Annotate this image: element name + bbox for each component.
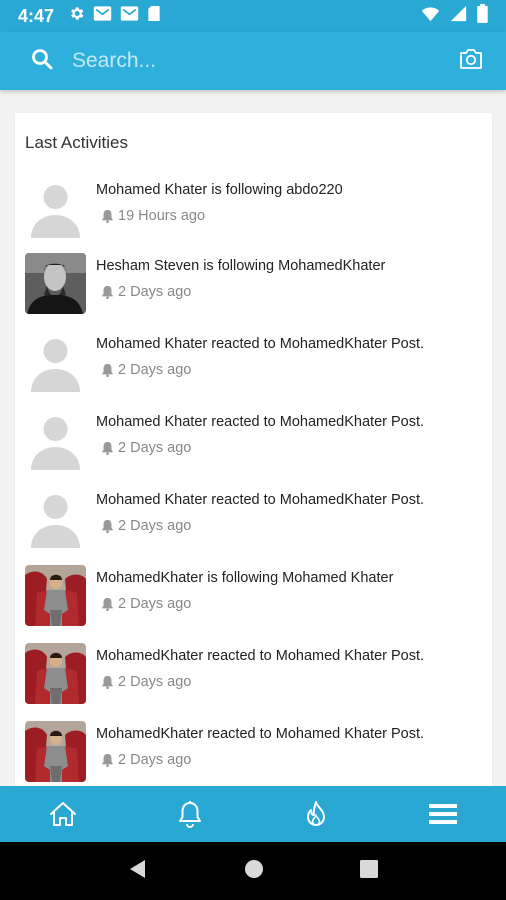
avatar-photo[interactable] (25, 721, 86, 782)
recents-icon[interactable] (359, 859, 379, 884)
avatar-placeholder[interactable] (25, 409, 86, 470)
activity-text: Mohamed Khater reacted to MohamedKhater … (96, 492, 425, 508)
activity-text: MohamedKhater reacted to Mohamed Khater … (96, 648, 425, 664)
menu-icon[interactable] (428, 802, 457, 826)
status-icons-right (421, 4, 488, 28)
avatar-photo[interactable] (25, 253, 86, 314)
activity-time: 2 Days ago (101, 596, 191, 612)
wifi-icon (421, 6, 440, 27)
nav-menu[interactable] (380, 786, 506, 842)
avatar-photo[interactable] (25, 643, 86, 704)
bell-icon (102, 753, 113, 767)
signal-icon (450, 5, 467, 27)
avatar-placeholder[interactable] (25, 331, 86, 392)
nav-notifications[interactable] (127, 786, 254, 842)
activity-time-label: 2 Days ago (118, 440, 192, 456)
fire-icon[interactable] (305, 800, 327, 828)
bell-icon (102, 209, 113, 223)
back-icon[interactable] (127, 858, 149, 885)
activity-time: 2 Days ago (101, 362, 191, 378)
activity-time-label: 2 Days ago (118, 752, 192, 768)
activity-time: 2 Days ago (101, 284, 191, 300)
home-button-icon[interactable] (243, 858, 265, 885)
battery-icon (477, 4, 488, 28)
activity-time: 2 Days ago (101, 518, 191, 534)
card-title: Last Activities (25, 133, 128, 152)
bell-icon (102, 519, 113, 533)
activity-item[interactable]: Hesham Steven is following MohamedKhater… (25, 253, 485, 317)
activity-time-label: 19 Hours ago (118, 208, 206, 224)
bell-icon (102, 441, 113, 455)
activity-item[interactable]: MohamedKhater reacted to Mohamed Khater … (25, 721, 485, 785)
activity-time-label: 2 Days ago (118, 518, 192, 534)
mail-icon (120, 5, 139, 27)
activity-time: 2 Days ago (101, 440, 191, 456)
bell-icon (102, 675, 113, 689)
gear-icon (68, 5, 85, 27)
nav-trending[interactable] (253, 786, 380, 842)
search-bar[interactable]: Search... (0, 32, 506, 90)
bell-icon (102, 363, 113, 377)
bell-icon[interactable] (177, 800, 203, 828)
avatar-placeholder[interactable] (25, 177, 86, 238)
bottom-nav (0, 786, 506, 842)
activity-time: 2 Days ago (101, 752, 191, 768)
avatar-photo[interactable] (25, 565, 86, 626)
activity-text: MohamedKhater reacted to Mohamed Khater … (96, 726, 425, 742)
home-icon[interactable] (49, 801, 77, 827)
bell-icon (102, 597, 113, 611)
activity-text: Mohamed Khater reacted to MohamedKhater … (96, 336, 425, 352)
nav-home[interactable] (0, 786, 127, 842)
activity-time-label: 2 Days ago (118, 284, 192, 300)
activity-item[interactable]: Mohamed Khater is following abdo220 19 H… (25, 177, 485, 241)
avatar-placeholder[interactable] (25, 487, 86, 548)
activity-text: Mohamed Khater reacted to MohamedKhater … (96, 414, 425, 430)
activity-item[interactable]: MohamedKhater reacted to Mohamed Khater … (25, 643, 485, 707)
activity-time-label: 2 Days ago (118, 362, 192, 378)
activity-time: 2 Days ago (101, 674, 191, 690)
activity-time-label: 2 Days ago (118, 674, 192, 690)
activity-item[interactable]: Mohamed Khater reacted to MohamedKhater … (25, 331, 485, 395)
activity-text: MohamedKhater is following Mohamed Khate… (96, 570, 394, 586)
activity-text: Mohamed Khater is following abdo220 (96, 182, 343, 198)
mail-icon (93, 5, 112, 27)
activity-time-label: 2 Days ago (118, 596, 192, 612)
status-bar: 4:47 (0, 0, 506, 32)
status-icons-left (68, 5, 161, 27)
status-time: 4:47 (18, 5, 55, 26)
activity-text: Hesham Steven is following MohamedKhater (96, 258, 386, 274)
activity-item[interactable]: MohamedKhater is following Mohamed Khate… (25, 565, 485, 629)
activities-card: Last Activities Mohamed Khater is follow… (15, 113, 492, 786)
bell-icon (102, 285, 113, 299)
android-nav-bar (0, 842, 506, 900)
search-icon[interactable] (30, 47, 54, 76)
activity-time: 19 Hours ago (101, 208, 205, 224)
activity-item[interactable]: Mohamed Khater reacted to MohamedKhater … (25, 409, 485, 473)
search-input[interactable]: Search... (72, 49, 156, 73)
sd-card-icon (147, 5, 161, 27)
camera-icon[interactable] (458, 48, 484, 75)
activity-item[interactable]: Mohamed Khater reacted to MohamedKhater … (25, 487, 485, 551)
